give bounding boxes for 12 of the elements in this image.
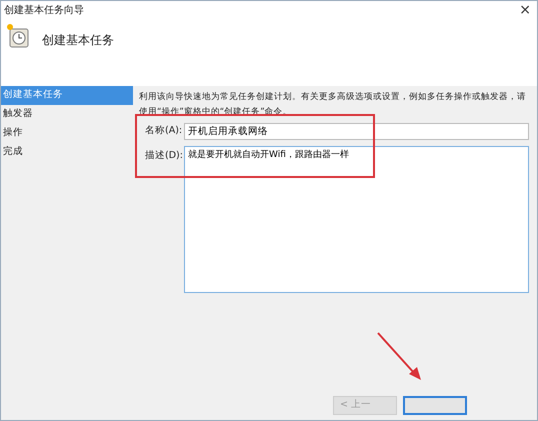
close-icon[interactable]: × bbox=[519, 3, 534, 17]
description-field[interactable]: 就是要开机就自动开Wifi，跟路由器一样 bbox=[184, 146, 529, 293]
clock-icon bbox=[7, 24, 29, 48]
step-item[interactable]: 触发器 bbox=[1, 105, 133, 124]
step-item[interactable]: 完成 bbox=[1, 143, 133, 162]
field-label: 描述(D): bbox=[145, 149, 184, 163]
default-button[interactable] bbox=[403, 396, 467, 415]
header-title: 创建基本任务 bbox=[42, 32, 114, 49]
step-item[interactable]: 操作 bbox=[1, 124, 133, 143]
name-field[interactable]: 开机启用承载网络 bbox=[184, 123, 529, 140]
field-label: 名称(A): bbox=[145, 124, 184, 138]
window-title: 创建基本任务向导 bbox=[4, 4, 84, 18]
